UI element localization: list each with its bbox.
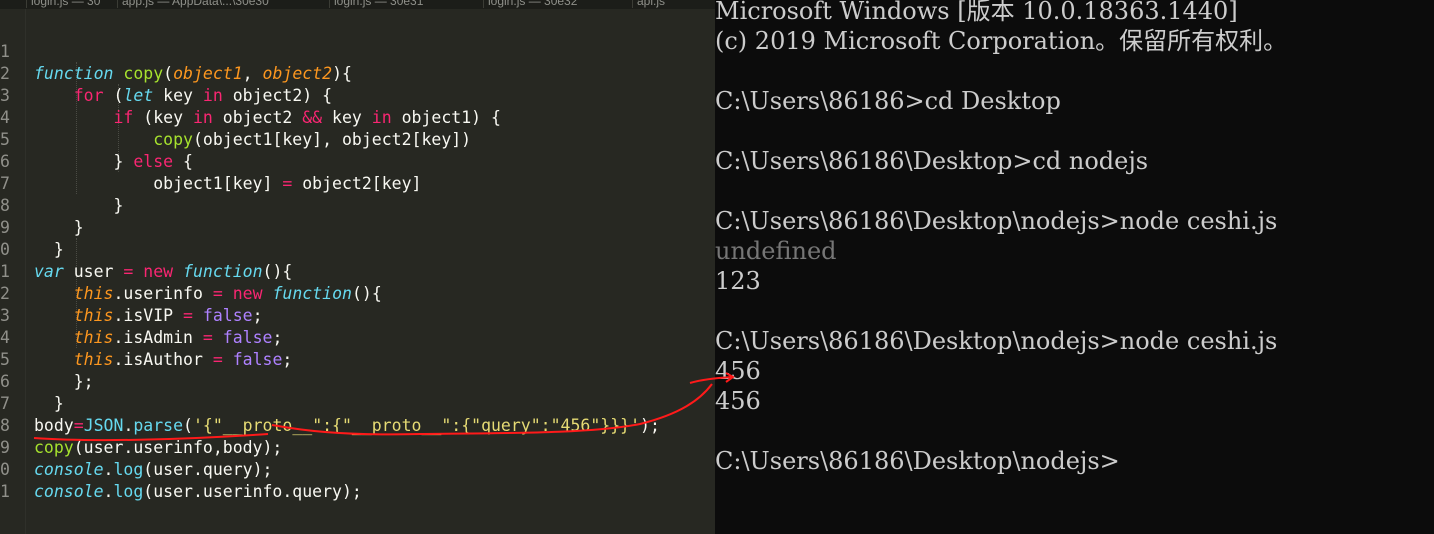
code-line: 6 } <box>0 349 715 413</box>
code-line: 1 this.userinfo = new function(){ <box>0 239 715 303</box>
terminal-line: (c) 2019 Microsoft Corporation。保留所有权利。 <box>715 27 1288 55</box>
code-line: 2 this.isVIP = false; <box>0 261 715 325</box>
code-editor-pane[interactable]: login.js — 30 app.js — AppData\...\30e30… <box>0 0 715 534</box>
tab-login-js-2[interactable]: login.js — 30e31 <box>329 0 468 8</box>
code-line: 7 } <box>0 151 715 215</box>
terminal-line: C:\Users\86186\Desktop\nodejs>node ceshi… <box>715 207 1278 235</box>
code-line: 3 if (key in object2 && key in object1) … <box>0 63 715 127</box>
code-line: 3 this.isAdmin = false; <box>0 283 715 347</box>
terminal-line: C:\Users\86186\Desktop\nodejs>node ceshi… <box>715 327 1278 355</box>
terminal-line: 123 <box>715 267 761 295</box>
code-line: 9 console.log(user.query); <box>0 415 715 479</box>
code-text: console.log(user.userinfo.query); <box>34 482 362 501</box>
tab-login-js-1[interactable]: login.js — 30 <box>26 0 113 8</box>
code-line: 5 } else { <box>0 107 715 171</box>
terminal-line: 456 <box>715 387 761 415</box>
terminal-line: Microsoft Windows [版本 10.0.18363.1440] <box>715 0 1238 25</box>
code-line: 5 }; <box>0 327 715 391</box>
tab-login-js-3[interactable]: login.js — 30e32 <box>483 0 622 8</box>
code-line: 1 <box>0 459 715 501</box>
code-line: 8 } <box>0 173 715 237</box>
tab-app-js[interactable]: app.js — AppData\...\30e30 <box>117 0 306 8</box>
code-line: 7 body=JSON.parse('{"__proto__":{"__prot… <box>0 371 715 435</box>
terminal-line: C:\Users\86186\Desktop>cd nodejs <box>715 147 1149 175</box>
terminal-line: 456 <box>715 357 761 385</box>
code-line: 0 console.log(user.userinfo.query); <box>0 437 715 501</box>
code-line: 4 copy(object1[key], object2[key]) <box>0 85 715 149</box>
cmd-terminal-pane[interactable]: Microsoft Windows [版本 10.0.18363.1440] (… <box>715 0 1434 534</box>
code-line: 9 } <box>0 195 715 259</box>
code-line: 1 function copy(object1, object2){ <box>0 19 715 83</box>
code-line: 6 object1[key] = object2[key] <box>0 129 715 193</box>
code-line: 8 copy(user.userinfo,body); <box>0 393 715 457</box>
terminal-line: C:\Users\86186>cd Desktop <box>715 87 1061 115</box>
terminal-line: undefined <box>715 237 837 265</box>
tab-api-js[interactable]: api.js <box>632 0 701 8</box>
code-line: 4 this.isAuthor = false; <box>0 305 715 369</box>
code-line: 2 for (let key in object2) { <box>0 41 715 105</box>
code-line: 0 var user = new function(){ <box>0 217 715 281</box>
editor-tab-bar: login.js — 30 app.js — AppData\...\30e30… <box>0 0 715 9</box>
line-number: 1 <box>0 482 10 501</box>
terminal-line: C:\Users\86186\Desktop\nodejs> <box>715 447 1120 475</box>
